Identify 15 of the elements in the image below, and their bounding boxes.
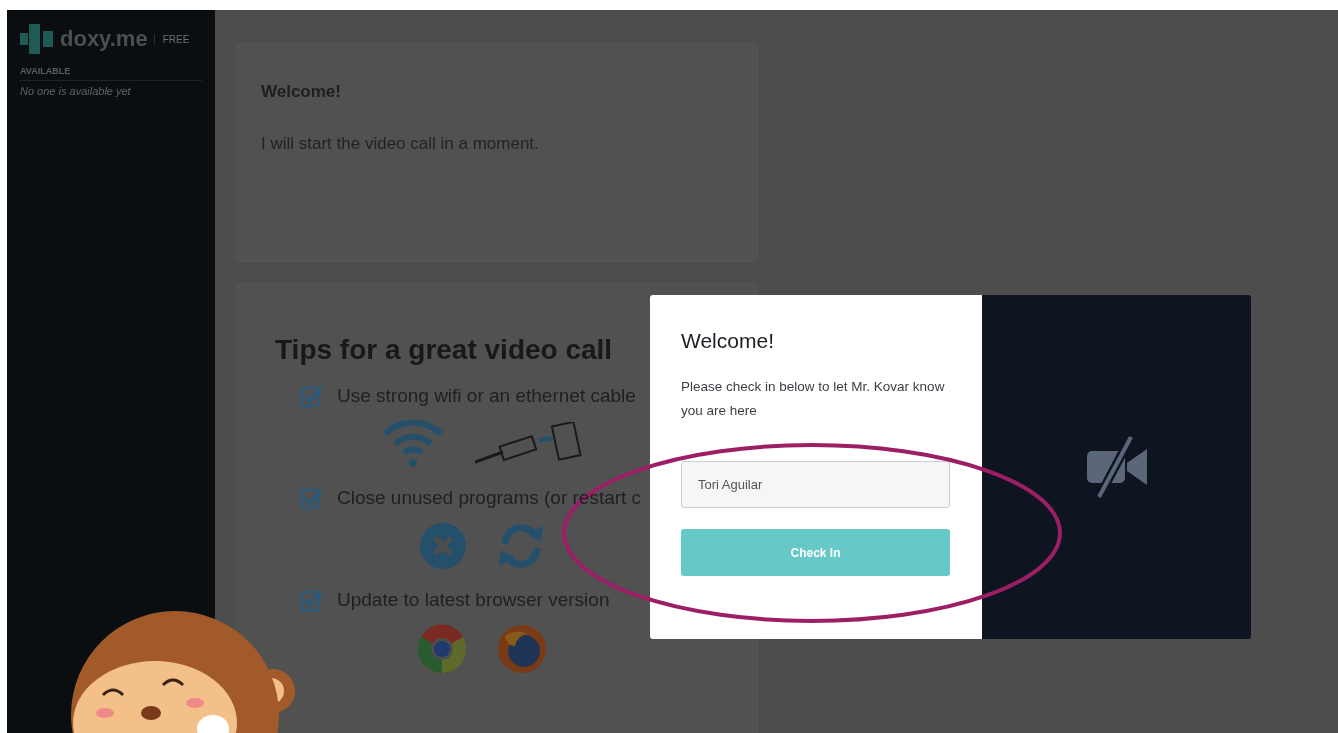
wifi-icon: [381, 420, 445, 468]
empty-message: No one is available yet: [20, 85, 132, 97]
dialog-message: Please check in below to let Mr. Kovar know you are here: [681, 378, 946, 420]
firefox-logo-icon: [497, 624, 547, 674]
section-label: AVAILABLE: [20, 66, 202, 81]
refresh-icon: [497, 522, 545, 570]
close-circle-icon: [419, 522, 467, 570]
plan-label: FREE: [153, 33, 190, 45]
ethernet-cable-icon: [475, 422, 583, 466]
camera-off-icon: [1084, 435, 1149, 499]
cross-logo-icon: [20, 22, 54, 56]
dialog-title: Welcome!: [681, 329, 775, 353]
logo-text: doxy.me: [60, 26, 148, 52]
name-input-field[interactable]: Tori Aguilar: [681, 461, 950, 508]
chrome-logo-icon: [417, 624, 467, 674]
